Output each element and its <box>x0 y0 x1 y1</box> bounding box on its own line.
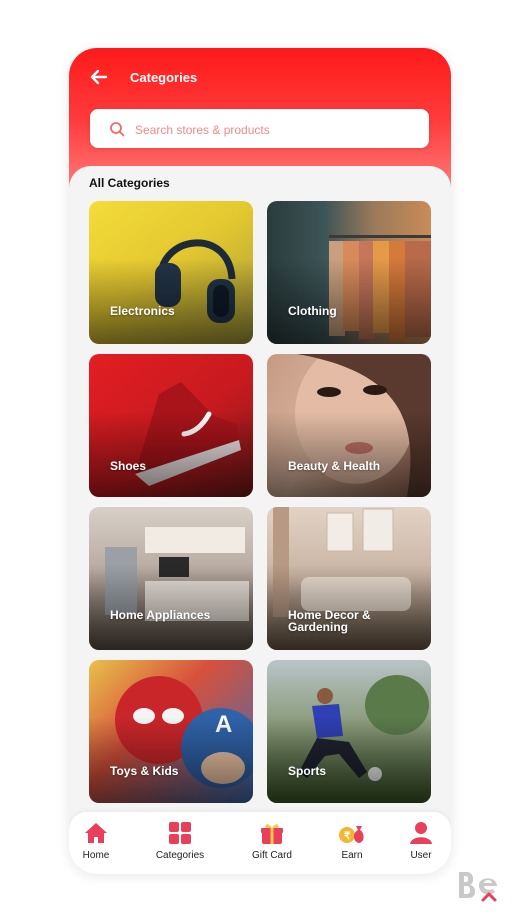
coin-bag-icon: ₹ <box>339 826 364 843</box>
category-card-beauty-health[interactable]: Beauty & Health <box>267 354 431 497</box>
category-card-home-decor-gardening[interactable]: Home Decor & Gardening <box>267 507 431 650</box>
nav-label: Earn <box>341 850 363 861</box>
category-card-electronics[interactable]: Electronics <box>89 201 253 344</box>
nav-gift-card[interactable]: Gift Card <box>236 822 308 861</box>
grid-icon <box>169 822 191 844</box>
user-icon <box>410 822 432 844</box>
category-label: Home Appliances <box>110 608 211 622</box>
category-card-sports[interactable]: Sports <box>267 660 431 803</box>
categories-panel: All Categories Electronics Clothing Shoe… <box>69 166 451 874</box>
search-input[interactable] <box>133 109 417 150</box>
app-screen: Categories All Categories Electronics <box>69 48 451 874</box>
category-label: Clothing <box>288 304 337 318</box>
gift-icon <box>261 824 283 844</box>
nav-earn[interactable]: ₹ Earn <box>316 822 388 861</box>
category-label: Shoes <box>110 459 147 473</box>
category-label: Sports <box>288 764 327 778</box>
nav-label: Home <box>82 850 110 861</box>
page-title: Categories <box>130 70 198 85</box>
search-icon <box>110 122 125 137</box>
nav-user[interactable]: User <box>385 822 451 861</box>
category-label: Beauty & Health <box>288 459 381 473</box>
search-bar[interactable] <box>90 109 429 150</box>
category-grid: Electronics Clothing Shoes Beauty & Heal… <box>89 201 431 803</box>
nav-label: Gift Card <box>251 850 292 861</box>
arrow-left-icon[interactable] <box>88 66 110 88</box>
category-card-home-appliances[interactable]: Home Appliances <box>89 507 253 650</box>
svg-text:₹: ₹ <box>344 831 351 842</box>
section-title: All Categories <box>89 176 170 190</box>
category-label: Home Decor & Gardening <box>288 608 371 634</box>
category-label: Toys & Kids <box>110 764 179 778</box>
nav-home[interactable]: Home <box>69 822 132 861</box>
category-label: Electronics <box>110 304 175 318</box>
home-icon <box>85 823 107 843</box>
nav-label: Categories <box>155 850 205 861</box>
nav-label: User <box>410 850 432 861</box>
category-card-shoes[interactable]: Shoes <box>89 354 253 497</box>
category-card-clothing[interactable]: Clothing <box>267 201 431 344</box>
bottom-nav: Home Categories Gift Card ₹ Earn User <box>69 812 451 874</box>
nav-categories[interactable]: Categories <box>144 822 216 861</box>
behance-logo <box>459 872 497 902</box>
category-card-toys-kids[interactable]: A Toys & Kids <box>89 660 253 803</box>
